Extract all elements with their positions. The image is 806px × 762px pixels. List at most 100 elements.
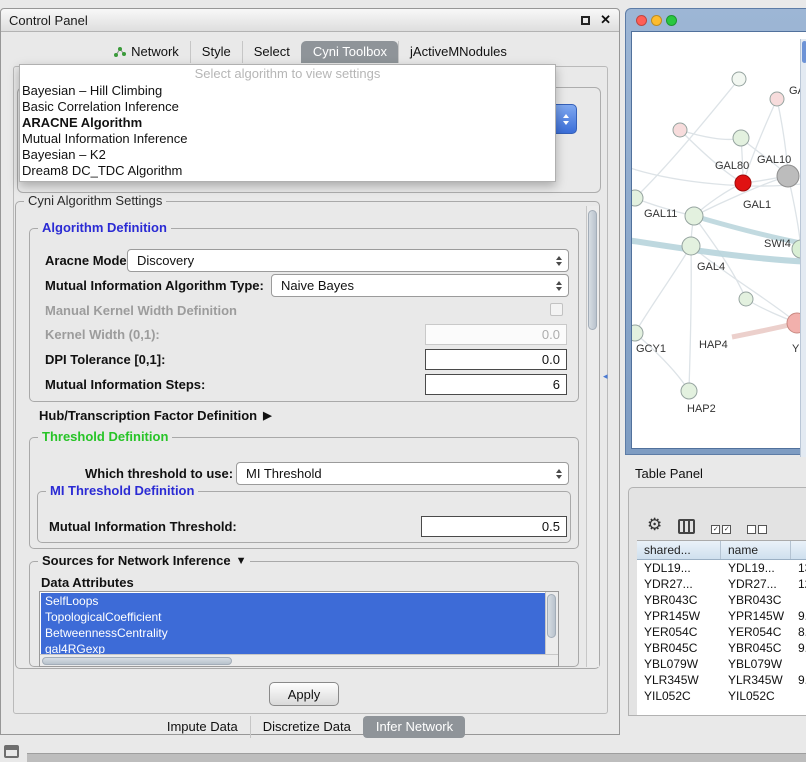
network-node[interactable] xyxy=(681,383,697,399)
tab-network-label: Network xyxy=(131,44,179,59)
network-node[interactable] xyxy=(673,123,687,137)
table-row[interactable]: YIL052C YIL052C xyxy=(637,688,806,704)
settings-scrollbar-thumb[interactable] xyxy=(588,210,597,330)
table-row[interactable]: YBR045C YBR045C 9. xyxy=(637,640,806,656)
which-threshold-value: MI Threshold xyxy=(246,466,322,481)
dpi-tolerance-value: 0.0 xyxy=(542,352,560,367)
mac-minimize-icon[interactable] xyxy=(651,15,662,26)
network-vscrollbar-track[interactable] xyxy=(800,39,806,457)
gear-icon[interactable]: ⚙ xyxy=(647,516,662,534)
status-bar xyxy=(27,753,806,762)
float-window-icon[interactable] xyxy=(581,16,590,25)
table-cell xyxy=(791,592,806,608)
network-node[interactable] xyxy=(632,190,643,206)
select-all-columns-icon[interactable]: ✓ ✓ xyxy=(711,525,731,534)
tab-network[interactable]: Network xyxy=(102,41,190,63)
tab-discretize-data[interactable]: Discretize Data xyxy=(250,716,363,738)
table-row[interactable]: YPR145W YPR145W 9. xyxy=(637,608,806,624)
table-row[interactable]: YBL079W YBL079W xyxy=(637,656,806,672)
network-node[interactable] xyxy=(685,207,703,225)
algorithm-option[interactable]: Basic Correlation Inference xyxy=(20,99,555,115)
table-cell: YDL19... xyxy=(721,560,791,576)
list-item[interactable]: BetweennessCentrality xyxy=(41,625,546,641)
list-item[interactable]: SelfLoops xyxy=(41,593,546,609)
network-window-titlebar[interactable] xyxy=(626,9,806,31)
algorithm-combo-arrow-button[interactable] xyxy=(555,104,577,134)
algorithm-option[interactable]: Bayesian – Hill Climbing xyxy=(20,83,555,99)
network-node[interactable] xyxy=(770,92,784,106)
dpi-tolerance-input[interactable]: 0.0 xyxy=(425,349,567,370)
hub-definition-label: Hub/Transcription Factor Definition xyxy=(39,408,257,424)
apply-button[interactable]: Apply xyxy=(269,682,339,706)
kernel-width-input[interactable]: 0.0 xyxy=(425,324,567,345)
table-cell: YBR043C xyxy=(637,592,721,608)
tab-cyni-toolbox[interactable]: Cyni Toolbox xyxy=(301,41,398,63)
table-cell: YPR145W xyxy=(721,608,791,624)
table-cell: 9. xyxy=(791,640,806,656)
control-panel-tabs: Network Style Select Cyni Toolbox jActiv… xyxy=(1,41,619,63)
table-row[interactable]: YDL19... YDL19... 13 xyxy=(637,560,806,576)
tab-impute-data[interactable]: Impute Data xyxy=(155,716,250,738)
mi-threshold-input[interactable]: 0.5 xyxy=(421,516,567,537)
tab-infer-network[interactable]: Infer Network xyxy=(363,716,465,738)
list-hscrollbar-thumb[interactable] xyxy=(42,657,232,665)
network-node-label: Y xyxy=(792,343,800,355)
minimized-panel-icon[interactable] xyxy=(4,745,19,758)
list-hscrollbar-track[interactable] xyxy=(40,654,558,666)
table-cell: YBL079W xyxy=(637,656,721,672)
network-vscrollbar-thumb[interactable] xyxy=(802,41,806,63)
aracne-mode-combo[interactable]: Discovery xyxy=(127,249,569,272)
network-node[interactable] xyxy=(733,130,749,146)
mi-steps-input[interactable]: 6 xyxy=(425,374,567,395)
tab-select-label: Select xyxy=(254,44,290,59)
which-threshold-combo[interactable]: MI Threshold xyxy=(236,462,569,485)
dpi-tolerance-label: DPI Tolerance [0,1]: xyxy=(45,352,165,368)
network-node[interactable] xyxy=(735,175,751,191)
kernel-width-value: 0.0 xyxy=(542,327,560,342)
network-node-label: GAL4 xyxy=(697,261,725,273)
manual-kernel-checkbox[interactable] xyxy=(550,303,563,316)
unselect-all-columns-icon[interactable] xyxy=(747,525,767,534)
table-cell: YER054C xyxy=(721,624,791,640)
network-node[interactable] xyxy=(732,72,746,86)
sources-group-toggle[interactable]: Sources for Network Inference ▼ xyxy=(38,553,250,568)
table-row[interactable]: YER054C YER054C 8. xyxy=(637,624,806,640)
network-node[interactable] xyxy=(777,165,799,187)
algorithm-option[interactable]: Dream8 DC_TDC Algorithm xyxy=(20,163,555,179)
settings-group-title: Cyni Algorithm Settings xyxy=(24,193,166,208)
close-icon[interactable]: ✕ xyxy=(600,12,611,28)
data-attributes-list[interactable]: SelfLoops TopologicalCoefficient Between… xyxy=(39,591,559,667)
mac-close-icon[interactable] xyxy=(636,15,647,26)
tab-select[interactable]: Select xyxy=(242,41,301,63)
network-node[interactable] xyxy=(632,325,643,341)
table-row[interactable]: YBR043C YBR043C xyxy=(637,592,806,608)
table-row[interactable]: YDR27... YDR27... 12 xyxy=(637,576,806,592)
column-header[interactable]: name xyxy=(721,541,791,559)
mac-zoom-icon[interactable] xyxy=(666,15,677,26)
hub-definition-toggle[interactable]: Hub/Transcription Factor Definition ▶ xyxy=(39,408,272,424)
algorithm-option[interactable]: Mutual Information Inference xyxy=(20,131,555,147)
column-header[interactable] xyxy=(791,541,806,559)
table-row[interactable]: YLR345W YLR345W 9. xyxy=(637,672,806,688)
list-vscrollbar-thumb[interactable] xyxy=(547,594,556,638)
network-node[interactable] xyxy=(682,237,700,255)
column-header[interactable]: shared... xyxy=(637,541,721,559)
mi-threshold-group-title: MI Threshold Definition xyxy=(46,483,198,498)
tab-style[interactable]: Style xyxy=(190,41,242,63)
aracne-mode-label: Aracne Mode: xyxy=(45,253,131,269)
panel-splitter-handle[interactable]: ◂ xyxy=(603,371,608,382)
control-panel-titlebar[interactable]: Control Panel ✕ xyxy=(1,9,619,32)
table-toolbar: ⚙ ✓ ✓ xyxy=(629,488,806,540)
algorithm-option[interactable]: Bayesian – K2 xyxy=(20,147,555,163)
tab-jactivemnodules[interactable]: jActiveMNodules xyxy=(398,41,518,63)
column-browser-icon[interactable] xyxy=(678,519,695,534)
network-canvas[interactable]: GAL GAL80 GAL10 GAL11 GAL1 SWI4 GAL4 GCY… xyxy=(631,31,806,449)
settings-scrollbar-track[interactable] xyxy=(586,206,599,667)
list-vscrollbar-track[interactable] xyxy=(545,592,558,654)
list-item[interactable]: TopologicalCoefficient xyxy=(41,609,546,625)
mi-type-value: Naive Bayes xyxy=(281,278,354,293)
mi-type-combo[interactable]: Naive Bayes xyxy=(271,274,569,297)
control-panel-window: Control Panel ✕ Network Style Select Cyn… xyxy=(0,8,620,735)
network-node[interactable] xyxy=(739,292,753,306)
algorithm-option-selected[interactable]: ARACNE Algorithm xyxy=(20,115,555,131)
